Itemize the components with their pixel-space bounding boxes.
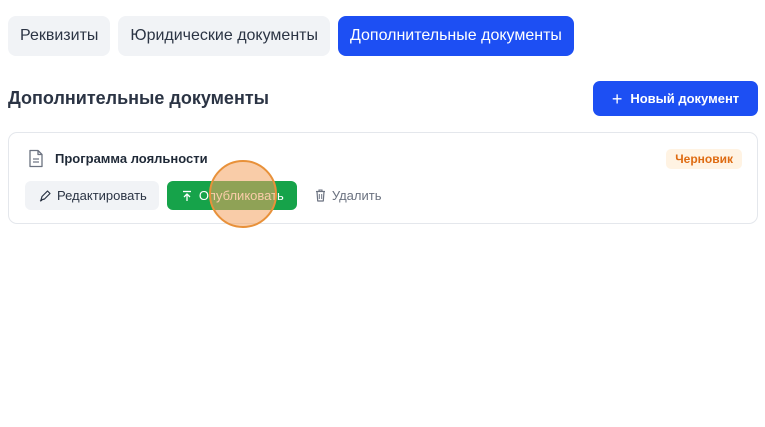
section-title: Дополнительные документы (8, 88, 269, 108)
edit-button[interactable]: Редактировать (25, 181, 159, 210)
upload-icon (182, 190, 191, 201)
document-title: Программа лояльности (55, 151, 208, 166)
pencil-icon (39, 189, 51, 202)
delete-label: Удалить (331, 188, 382, 203)
document-icon (29, 149, 43, 168)
new-document-button[interactable]: + Новый документ (593, 81, 758, 116)
document-card: Программа лояльности Черновик Редактиров… (8, 132, 758, 224)
tab-requisites[interactable]: Реквизиты (8, 16, 111, 56)
tab-legal-documents[interactable]: Юридические документы (118, 16, 330, 56)
page: Реквизиты Юридические документы Дополнит… (0, 0, 765, 427)
new-document-label: Новый документ (630, 91, 740, 106)
publish-button[interactable]: Опубликовать (166, 181, 297, 210)
edit-label: Редактировать (57, 188, 147, 203)
document-actions: Редактировать Опубликовать Удалить (25, 181, 389, 210)
tab-additional-documents[interactable]: Дополнительные документы (338, 16, 574, 56)
status-badge: Черновик (666, 149, 742, 169)
delete-button[interactable]: Удалить (305, 181, 390, 210)
publish-label: Опубликовать (198, 188, 284, 203)
tab-bar: Реквизиты Юридические документы Дополнит… (8, 16, 574, 56)
plus-icon: + (611, 88, 623, 109)
trash-icon (315, 189, 325, 202)
